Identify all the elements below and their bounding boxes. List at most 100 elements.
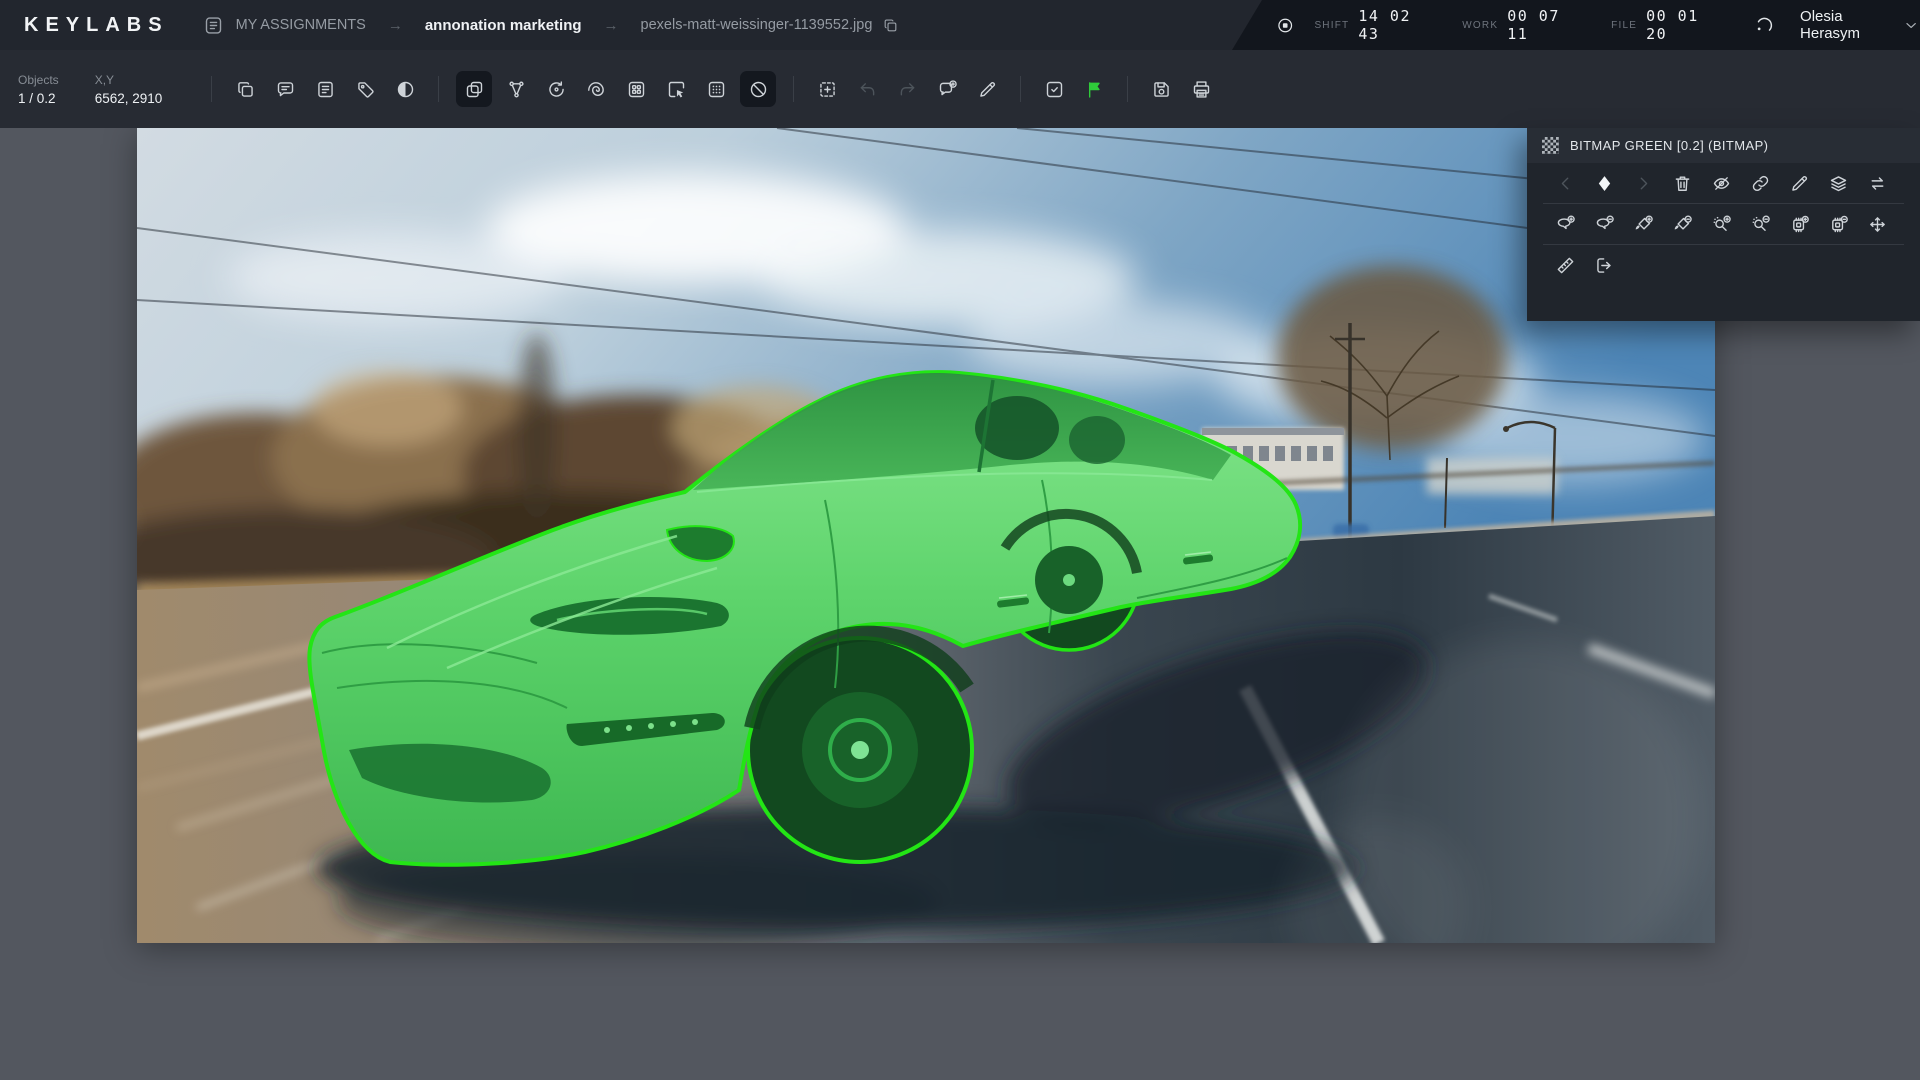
ai-subtract-button[interactable] [1825, 210, 1853, 238]
link-object-button[interactable] [1747, 169, 1775, 197]
lasso-plus-icon [1555, 214, 1576, 235]
bitmap-tool-button[interactable] [456, 71, 492, 107]
magic-add-button[interactable] [1708, 210, 1736, 238]
save-icon [1151, 79, 1172, 100]
seat-silhouette [1069, 416, 1125, 464]
save-button[interactable] [1145, 73, 1177, 105]
chevron-down-icon [1902, 15, 1920, 36]
flag-icon [1084, 79, 1105, 100]
shift-timer-label: SHIFT [1314, 20, 1349, 31]
select-box-tool-button[interactable] [660, 73, 692, 105]
duplicate-icon [235, 79, 256, 100]
lasso-subtract-button[interactable] [1591, 210, 1619, 238]
keypoints-tool-button[interactable] [500, 73, 532, 105]
duplicate-tool-button[interactable] [229, 73, 261, 105]
spiral-icon [586, 79, 607, 100]
breadcrumb-project[interactable]: annonation marketing [425, 17, 582, 34]
swap-icon [1867, 173, 1888, 194]
work-timer-value: 00 07 11 [1507, 7, 1581, 43]
history-icon [1754, 14, 1776, 36]
brush-subtract-button[interactable] [1669, 210, 1697, 238]
file-timer-label: FILE [1611, 20, 1637, 31]
comment-plus-icon [937, 79, 958, 100]
chevron-left-icon [1555, 173, 1576, 194]
magic-subtract-button[interactable] [1747, 210, 1775, 238]
task-list-button[interactable] [309, 73, 341, 105]
ai-add-button[interactable] [1786, 210, 1814, 238]
matrix-tool-button[interactable] [700, 73, 732, 105]
lasso-minus-icon [1594, 214, 1615, 235]
brush-plus-icon [1633, 214, 1654, 235]
delete-object-button[interactable] [1669, 169, 1697, 197]
marquee-plus-icon [817, 79, 838, 100]
contrast-icon [395, 79, 416, 100]
layers-icon [1828, 173, 1849, 194]
components-tool-button[interactable] [620, 73, 652, 105]
redo-icon [897, 79, 918, 100]
versions-tool-button[interactable] [540, 73, 572, 105]
magic-wand-plus-icon [1711, 214, 1732, 235]
panel-row-2 [1527, 204, 1920, 244]
toolbar: Objects 1 / 0.2 X,Y 6562, 2910 [0, 50, 1920, 128]
marquee-add-button[interactable] [811, 73, 843, 105]
move-icon [1867, 214, 1888, 235]
measure-button[interactable] [1552, 251, 1580, 279]
assignments-icon[interactable] [203, 15, 224, 36]
breadcrumb-file: pexels-matt-weissinger-1139552.jpg [641, 17, 873, 33]
shape-indicator-button[interactable] [1591, 169, 1619, 197]
history-button[interactable] [1754, 14, 1776, 36]
record-icon[interactable] [1276, 15, 1294, 36]
breadcrumb-assignments[interactable]: MY ASSIGNMENTS [236, 17, 366, 33]
brush-add-button[interactable] [1630, 210, 1658, 238]
ruler-icon [1555, 255, 1576, 276]
export-icon [1594, 255, 1615, 276]
copy-filename-button[interactable] [882, 17, 899, 34]
magic-wand-minus-icon [1750, 214, 1771, 235]
pencil-icon [1789, 173, 1810, 194]
eye-off-icon [1711, 173, 1732, 194]
toolbar-divider [438, 76, 439, 102]
move-mask-button[interactable] [1864, 210, 1892, 238]
validate-button[interactable] [1038, 73, 1070, 105]
ai-chip-minus-icon [1828, 214, 1849, 235]
objects-value: 1 / 0.2 [18, 91, 59, 106]
contrast-tool-button[interactable] [389, 73, 421, 105]
none-tool-button[interactable] [740, 71, 776, 107]
swap-object-button[interactable] [1864, 169, 1892, 197]
add-comment-button[interactable] [931, 73, 963, 105]
work-timer-label: WORK [1462, 20, 1498, 31]
edit-object-button[interactable] [1786, 169, 1814, 197]
redo-button[interactable] [891, 73, 923, 105]
hide-object-button[interactable] [1708, 169, 1736, 197]
diamond-icon [1594, 173, 1615, 194]
undo-button[interactable] [851, 73, 883, 105]
matrix-icon [706, 79, 727, 100]
layers-button[interactable] [1825, 169, 1853, 197]
comments-tool-button[interactable] [269, 73, 301, 105]
tag-icon [355, 79, 376, 100]
chevron-right-icon [1633, 173, 1654, 194]
panel-row-3 [1527, 245, 1920, 285]
prev-object-button[interactable] [1552, 169, 1580, 197]
smart-select-tool-button[interactable] [580, 73, 612, 105]
flag-button[interactable] [1078, 73, 1110, 105]
next-object-button[interactable] [1630, 169, 1658, 197]
bitmap-icon [464, 79, 485, 100]
pencil-icon [977, 79, 998, 100]
export-object-button[interactable] [1591, 251, 1619, 279]
coords-label: X,Y [95, 73, 163, 87]
lasso-add-button[interactable] [1552, 210, 1580, 238]
photo-canvas[interactable] [137, 128, 1715, 943]
print-button[interactable] [1185, 73, 1217, 105]
top-bar-right: SHIFT 14 02 43 WORK 00 07 11 FILE 00 01 … [1232, 0, 1920, 50]
top-bar: KEYLABS MY ASSIGNMENTS → annonation mark… [0, 0, 1920, 50]
shift-timer-value: 14 02 43 [1358, 7, 1432, 43]
user-menu[interactable]: Olesia Herasym [1800, 8, 1920, 42]
objects-label: Objects [18, 73, 59, 87]
print-icon [1191, 79, 1212, 100]
file-timer-value: 00 01 20 [1646, 7, 1720, 43]
draw-tool-button[interactable] [971, 73, 1003, 105]
toolbar-divider [793, 76, 794, 102]
ai-chip-plus-icon [1789, 214, 1810, 235]
tag-tool-button[interactable] [349, 73, 381, 105]
